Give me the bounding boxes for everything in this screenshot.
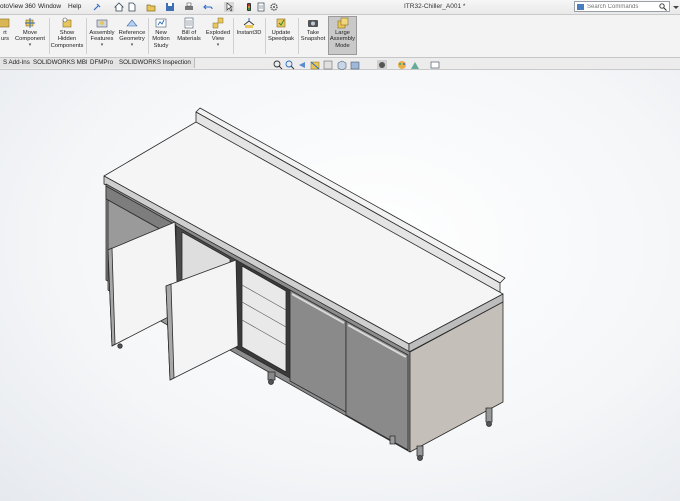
options-gear-icon[interactable] <box>269 2 279 12</box>
separator <box>233 18 234 54</box>
dropdown-arrow-icon[interactable] <box>672 2 680 12</box>
rebuild-icon[interactable] <box>244 2 254 12</box>
show-hidden-components-button[interactable]: Show Hidden Components <box>50 17 84 49</box>
tab-solidworks-mbd[interactable]: SOLIDWORKS MBD <box>30 58 95 68</box>
pin-icon[interactable] <box>92 2 102 12</box>
move-component-button[interactable]: Move Component ▾ <box>13 17 47 48</box>
camera-icon <box>307 17 319 29</box>
chiller-assembly-model[interactable] <box>0 70 680 501</box>
new-motion-study-button[interactable]: New Motion Study <box>149 17 173 49</box>
update-speedpak-button[interactable]: Update Speedpak <box>266 17 296 43</box>
exploded-view-dropdown-icon[interactable]: ▾ <box>204 42 232 48</box>
graphics-area[interactable] <box>0 70 680 501</box>
search-input[interactable] <box>575 2 667 11</box>
tab-dfmpro[interactable]: DFMPro <box>87 58 118 68</box>
insert-components-icon <box>0 17 11 29</box>
view-orientation-icon[interactable] <box>337 60 347 71</box>
exploded-view-button[interactable]: Exploded View ▾ <box>204 17 232 48</box>
insert-components-button[interactable]: rt urs <box>0 17 12 43</box>
open-icon[interactable] <box>146 2 156 12</box>
apply-scene-icon[interactable] <box>410 60 420 70</box>
reference-geometry-button[interactable]: Reference Geometry ▾ <box>117 17 147 48</box>
search-icon[interactable] <box>659 3 667 13</box>
reference-geometry-dropdown-icon[interactable]: ▾ <box>117 42 147 48</box>
bill-of-materials-button[interactable]: Bill of Materials <box>175 17 203 43</box>
update-speedpak-icon <box>275 17 287 29</box>
menu-photoview[interactable]: otoView 360 <box>0 3 36 10</box>
instant3d-icon <box>243 17 255 29</box>
search-commands[interactable] <box>574 1 670 12</box>
save-icon[interactable] <box>165 2 175 12</box>
assembly-features-icon <box>96 17 108 29</box>
search-scope-icon <box>577 3 586 13</box>
select-cursor-icon[interactable] <box>224 2 234 12</box>
file-properties-icon[interactable] <box>256 2 266 12</box>
new-document-icon[interactable] <box>127 2 137 12</box>
tab-solidworks-inspection[interactable]: SOLIDWORKS Inspection <box>116 58 195 68</box>
undo-icon[interactable] <box>203 2 213 12</box>
move-component-icon <box>24 17 36 29</box>
command-manager: rt urs Move Component ▾ Show Hidden Comp… <box>0 15 680 58</box>
show-hidden-icon <box>61 17 73 29</box>
assembly-features-button[interactable]: Assembly Features ▾ <box>88 17 116 48</box>
exploded-view-icon <box>212 17 224 29</box>
view-settings-icon[interactable] <box>430 60 440 70</box>
section-view-icon[interactable] <box>310 60 320 70</box>
motion-study-icon <box>155 17 167 29</box>
dynamic-annotation-icon[interactable] <box>323 60 333 70</box>
assembly-features-dropdown-icon[interactable]: ▾ <box>88 42 116 48</box>
bill-of-materials-icon <box>183 17 195 29</box>
instant3d-button[interactable]: Instant3D <box>235 17 263 36</box>
edit-appearance-icon[interactable] <box>397 60 407 70</box>
print-icon[interactable] <box>184 2 194 12</box>
previous-view-icon[interactable] <box>297 60 307 70</box>
move-component-dropdown-icon[interactable]: ▾ <box>13 42 47 48</box>
menu-bar: otoView 360 Window Help ITR32-Chiller_A0… <box>0 0 680 15</box>
separator <box>86 18 87 54</box>
zoom-to-area-icon[interactable] <box>285 60 295 70</box>
zoom-to-fit-icon[interactable] <box>273 60 283 70</box>
hide-show-items-icon[interactable] <box>377 60 387 70</box>
tab-addins[interactable]: S Add-Ins <box>0 58 34 68</box>
menu-window[interactable]: Window <box>38 3 61 10</box>
take-snapshot-button[interactable]: Take Snapshot <box>299 17 327 43</box>
menu-help[interactable]: Help <box>68 3 81 10</box>
document-title: ITR32-Chiller_A001 * <box>404 3 466 10</box>
large-assembly-mode-button[interactable]: Large Assembly Mode <box>328 16 357 55</box>
home-icon[interactable] <box>114 2 124 12</box>
large-assembly-mode-icon <box>337 17 349 29</box>
display-style-icon[interactable] <box>350 60 360 70</box>
reference-geometry-icon <box>126 17 138 29</box>
